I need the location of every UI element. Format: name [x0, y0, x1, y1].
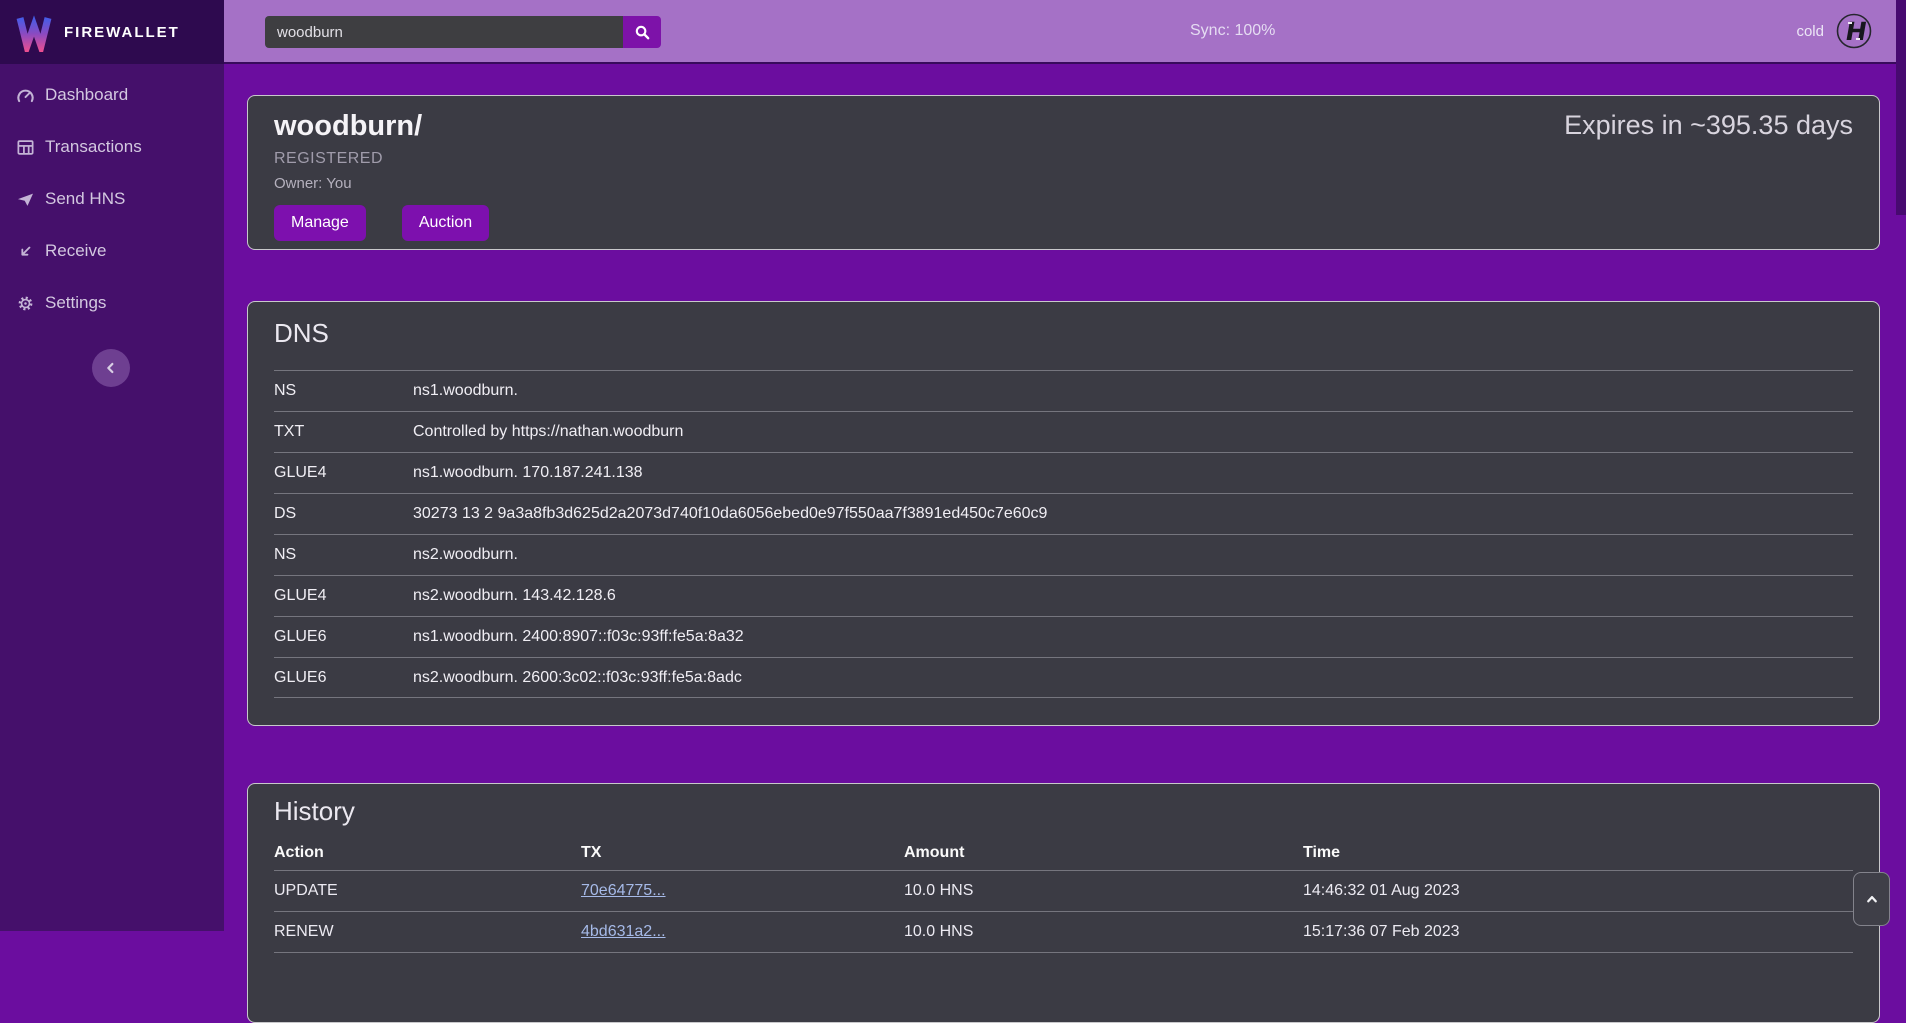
expires-label: Expires in ~395.35 days — [1564, 110, 1853, 141]
search-bar — [265, 16, 661, 48]
dns-record-type: NS — [274, 382, 413, 400]
topbar: Sync: 100% cold H — [224, 0, 1906, 64]
history-amount: 10.0 HNS — [904, 923, 1303, 941]
dns-record-value: 30273 13 2 9a3a8fb3d625d2a2073d740f10da6… — [413, 505, 1853, 523]
history-action: RENEW — [274, 923, 581, 941]
column-header-tx: TX — [581, 844, 904, 862]
wallet-name: cold — [1796, 23, 1824, 40]
dns-record-type: NS — [274, 546, 413, 564]
history-row: UPDATE 70e64775... 10.0 HNS 14:46:32 01 … — [274, 871, 1853, 912]
dns-record-value: ns2.woodburn. — [413, 546, 1853, 564]
history-card: History Action TX Amount Time UPDATE 70e… — [247, 783, 1880, 1023]
sidebar-item-send-hns[interactable]: Send HNS — [16, 186, 224, 212]
domain-actions: Manage Auction — [274, 205, 1853, 241]
column-header-action: Action — [274, 844, 581, 862]
chevron-up-icon — [1863, 890, 1881, 908]
history-header-row: Action TX Amount Time — [274, 835, 1853, 871]
search-button[interactable] — [623, 16, 661, 48]
sidebar-item-label: Transactions — [45, 137, 142, 157]
auction-button[interactable]: Auction — [402, 205, 489, 241]
column-header-amount: Amount — [904, 844, 1303, 862]
sidebar-item-label: Receive — [45, 241, 106, 261]
dns-record-row: GLUE4 ns2.woodburn. 143.42.128.6 — [274, 575, 1853, 616]
sidebar-item-label: Send HNS — [45, 189, 125, 209]
magnifier-icon — [634, 24, 651, 41]
column-header-time: Time — [1303, 844, 1853, 862]
dns-record-type: DS — [274, 505, 413, 523]
svg-text:H: H — [1843, 17, 1869, 46]
dns-record-type: GLUE6 — [274, 669, 413, 687]
sidebar: FIREWALLET Dashboard Transactions Send H… — [0, 0, 224, 931]
domain-card: woodburn/ REGISTERED Owner: You Manage A… — [247, 95, 1880, 250]
sidebar-item-transactions[interactable]: Transactions — [16, 134, 224, 160]
dns-record-type: GLUE6 — [274, 628, 413, 646]
dns-record-row: NS ns2.woodburn. — [274, 534, 1853, 575]
paper-plane-icon — [16, 190, 35, 209]
dns-record-value: ns2.woodburn. 143.42.128.6 — [413, 587, 1853, 605]
dns-record-value: ns1.woodburn. — [413, 382, 1853, 400]
history-action: UPDATE — [274, 882, 581, 900]
dns-record-row: TXT Controlled by https://nathan.woodbur… — [274, 411, 1853, 452]
dns-record-row: GLUE4 ns1.woodburn. 170.187.241.138 — [274, 452, 1853, 493]
dns-record-value: ns2.woodburn. 2600:3c02::f03c:93ff:fe5a:… — [413, 669, 1853, 687]
sidebar-item-settings[interactable]: Settings — [16, 290, 224, 316]
gauge-icon — [16, 86, 35, 105]
dns-record-row: DS 30273 13 2 9a3a8fb3d625d2a2073d740f10… — [274, 493, 1853, 534]
manage-button[interactable]: Manage — [274, 205, 366, 241]
firewallet-w-logo-icon — [14, 12, 54, 52]
history-table: Action TX Amount Time UPDATE 70e64775...… — [274, 835, 1853, 953]
history-row: RENEW 4bd631a2... 10.0 HNS 15:17:36 07 F… — [274, 912, 1853, 953]
dns-record-value: ns1.woodburn. 2400:8907::f03c:93ff:fe5a:… — [413, 628, 1853, 646]
dns-record-type: GLUE4 — [274, 587, 413, 605]
dns-record-row: GLUE6 ns1.woodburn. 2400:8907::f03c:93ff… — [274, 616, 1853, 657]
history-card-title: History — [274, 796, 1853, 827]
tx-link[interactable]: 4bd631a2... — [581, 923, 666, 940]
table-icon — [16, 138, 35, 157]
sidebar-collapse-button[interactable] — [92, 349, 130, 387]
sidebar-item-label: Settings — [45, 293, 106, 313]
scroll-to-top-button[interactable] — [1853, 872, 1890, 926]
history-time: 15:17:36 07 Feb 2023 — [1303, 923, 1853, 941]
history-time: 14:46:32 01 Aug 2023 — [1303, 882, 1853, 900]
handshake-h-icon: H — [1836, 13, 1872, 49]
arrow-down-left-icon — [16, 242, 35, 261]
dns-record-type: GLUE4 — [274, 464, 413, 482]
dns-record-type: TXT — [274, 423, 413, 441]
dns-record-row: NS ns1.woodburn. — [274, 370, 1853, 411]
sync-status: Sync: 100% — [1190, 0, 1275, 62]
dns-card-title: DNS — [274, 318, 1853, 349]
domain-owner: Owner: You — [274, 175, 1853, 192]
page-scrollbar[interactable] — [1896, 0, 1906, 215]
sidebar-nav: Dashboard Transactions Send HNS Receive … — [0, 64, 224, 316]
brand-name: FIREWALLET — [64, 24, 180, 41]
chevron-left-icon — [103, 360, 119, 376]
wallet-switcher[interactable]: cold H — [1796, 0, 1872, 62]
sidebar-item-dashboard[interactable]: Dashboard — [16, 82, 224, 108]
sidebar-header: FIREWALLET — [0, 0, 224, 64]
dns-record-value: Controlled by https://nathan.woodburn — [413, 423, 1853, 441]
sidebar-item-label: Dashboard — [45, 85, 128, 105]
gear-icon — [16, 294, 35, 313]
tx-link[interactable]: 70e64775... — [581, 882, 666, 899]
search-input[interactable] — [265, 16, 623, 48]
dns-card: DNS NS ns1.woodburn. TXT Controlled by h… — [247, 301, 1880, 726]
dns-record-value: ns1.woodburn. 170.187.241.138 — [413, 464, 1853, 482]
sidebar-item-receive[interactable]: Receive — [16, 238, 224, 264]
dns-record-row: GLUE6 ns2.woodburn. 2600:3c02::f03c:93ff… — [274, 657, 1853, 698]
history-amount: 10.0 HNS — [904, 882, 1303, 900]
dns-table: NS ns1.woodburn. TXT Controlled by https… — [274, 370, 1853, 698]
domain-status: REGISTERED — [274, 150, 1853, 168]
